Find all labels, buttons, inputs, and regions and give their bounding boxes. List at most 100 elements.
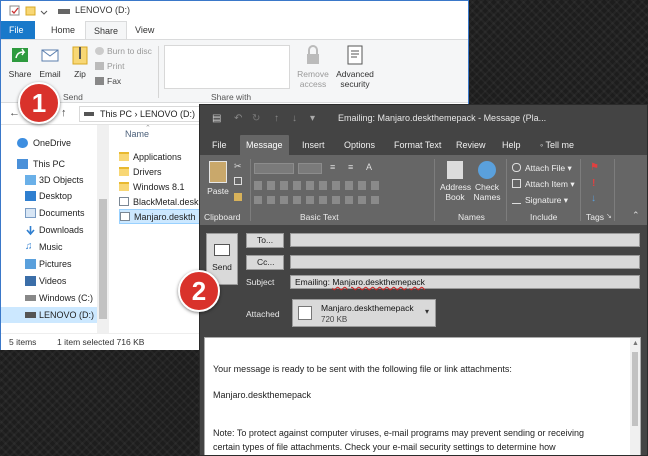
tab-home[interactable]: Home (43, 21, 83, 40)
signature-button[interactable]: Signature ▾ (512, 195, 568, 206)
bullets-icon[interactable]: ≡ (330, 162, 335, 172)
nav-item-3d-objects[interactable]: 3D Objects (1, 172, 97, 188)
subject-field[interactable]: Emailing: Manjaro.deskthemepack (290, 275, 640, 289)
tab-file[interactable]: File (1, 21, 35, 40)
list-item-selected[interactable]: Manjaro.deskth (119, 209, 211, 224)
tab-options[interactable]: Options (338, 135, 381, 155)
breadcrumb-drive[interactable]: LENOVO (D:) (140, 109, 195, 119)
folder-icon[interactable] (25, 5, 36, 16)
send-envelope-icon (214, 244, 230, 256)
redo-icon[interactable]: ↻ (252, 113, 260, 124)
include-group-label: Include (530, 212, 558, 222)
customize-toolbar-icon[interactable]: ▾ (310, 113, 315, 124)
down-icon[interactable]: ↓ (292, 113, 297, 124)
tab-format-text[interactable]: Format Text (388, 135, 447, 155)
address-book-button[interactable]: Address Book (440, 159, 471, 202)
nav-item-downloads[interactable]: Downloads (1, 222, 97, 238)
print-button[interactable]: Print (95, 61, 124, 72)
tab-help[interactable]: Help (496, 135, 527, 155)
cut-icon[interactable]: ✂ (234, 161, 242, 172)
remove-access-button[interactable]: Remove access (293, 44, 333, 89)
follow-up-flag-icon[interactable]: ⚑ (590, 162, 599, 173)
numbering-icon[interactable]: ≡ (348, 162, 353, 172)
nav-item-windows-c[interactable]: Windows (C:) (1, 290, 97, 306)
column-header-name[interactable]: Name (125, 129, 149, 139)
drive-icon (25, 312, 36, 318)
font-name-combo[interactable] (254, 163, 294, 174)
body-scrollbar[interactable]: ▲ (630, 338, 640, 455)
advanced-security-label: Advanced security (336, 69, 374, 89)
nav-item-this-pc[interactable]: This PC (1, 156, 97, 172)
tab-review[interactable]: Review (450, 135, 492, 155)
nav-label: Music (39, 242, 63, 252)
copy-icon[interactable] (234, 177, 242, 185)
high-importance-icon[interactable]: ! (592, 178, 595, 189)
tab-message[interactable]: Message (240, 135, 289, 155)
low-importance-icon[interactable]: ↓ (591, 193, 596, 204)
scrollbar-thumb[interactable] (99, 199, 107, 319)
collapse-ribbon-icon[interactable]: ⌃ (632, 210, 640, 221)
nav-item-onedrive[interactable]: OneDrive (1, 135, 97, 151)
step-2-marker: 2 (178, 270, 220, 312)
alignment-row (254, 196, 380, 204)
message-body[interactable]: Your message is ready to be sent with th… (204, 337, 641, 455)
navigation-pane: OneDrive This PC 3D Objects Desktop Docu… (1, 125, 97, 333)
attachment-chip[interactable]: Manjaro.deskthemepack 720 KB ▾ (292, 299, 436, 327)
address-path[interactable]: This PC › LENOVO (D:) (79, 106, 219, 122)
desktop-icon (25, 191, 36, 201)
check-names-button[interactable]: Check Names (472, 159, 502, 202)
fax-label: Fax (107, 76, 122, 86)
paste-button[interactable]: Paste (204, 159, 232, 196)
theme-file-icon (119, 197, 129, 206)
to-button[interactable]: To... (246, 233, 284, 248)
checkmark-icon[interactable] (9, 5, 20, 16)
security-document-icon (345, 44, 365, 66)
undo-icon[interactable]: ↶ (234, 113, 242, 124)
tell-me-search[interactable]: ◦ Tell me (534, 135, 580, 155)
attach-item-button[interactable]: Attach Item ▾ (512, 179, 575, 190)
up-arrow-icon[interactable]: ↑ (61, 107, 67, 119)
nav-item-desktop[interactable]: Desktop (1, 188, 97, 204)
print-label: Print (107, 61, 125, 71)
navigation-scrollbar[interactable] (97, 125, 109, 333)
tab-share[interactable]: Share (85, 21, 128, 40)
clear-formatting-icon[interactable]: A (366, 162, 372, 172)
cc-field[interactable] (290, 255, 640, 269)
list-item[interactable]: Applications (119, 150, 211, 165)
tab-insert[interactable]: Insert (296, 135, 331, 155)
list-item[interactable]: Windows 8.1 (119, 180, 211, 195)
list-item[interactable]: BlackMetal.desk (119, 195, 211, 210)
nav-item-documents[interactable]: Documents (1, 205, 97, 221)
advanced-security-button[interactable]: Advanced security (335, 44, 375, 89)
nav-item-videos[interactable]: Videos (1, 273, 97, 289)
quick-access-dropdown-icon[interactable] (39, 5, 50, 16)
scroll-up-icon[interactable]: ▲ (632, 340, 639, 347)
email-button[interactable]: Email (35, 44, 65, 79)
nav-item-music[interactable]: ♫ Music (1, 239, 97, 255)
share-button[interactable]: Share (5, 44, 35, 79)
attachment-dropdown-icon[interactable]: ▾ (425, 307, 429, 316)
save-icon[interactable]: ▤ (212, 113, 221, 124)
scrollbar-thumb[interactable] (632, 352, 638, 426)
to-field[interactable] (290, 233, 640, 247)
subject-filename: Manjaro.deskthemepack (332, 277, 425, 287)
font-size-combo[interactable] (298, 163, 322, 174)
list-item[interactable]: Drivers (119, 165, 211, 180)
attach-file-button[interactable]: Attach File ▾ (512, 163, 572, 174)
share-with-list[interactable] (164, 45, 290, 89)
burn-to-disc-button[interactable]: Burn to disc (95, 46, 152, 57)
nav-item-pictures[interactable]: Pictures (1, 256, 97, 272)
explorer-titlebar: LENOVO (D:) (1, 1, 468, 21)
up-icon[interactable]: ↑ (274, 113, 279, 124)
share-icon (10, 44, 30, 66)
nav-item-lenovo-d[interactable]: LENOVO (D:) (1, 307, 97, 323)
zip-button[interactable]: Zip (65, 44, 95, 79)
monitor-icon (17, 159, 28, 169)
breadcrumb-this-pc[interactable]: This PC (100, 109, 132, 119)
cc-button[interactable]: Cc... (246, 255, 284, 270)
tab-file[interactable]: File (206, 135, 233, 155)
tab-view[interactable]: View (127, 21, 162, 40)
fax-button[interactable]: Fax (95, 76, 121, 87)
tags-dialog-launcher-icon[interactable]: ↘ (606, 212, 612, 220)
format-painter-icon[interactable] (234, 193, 242, 201)
